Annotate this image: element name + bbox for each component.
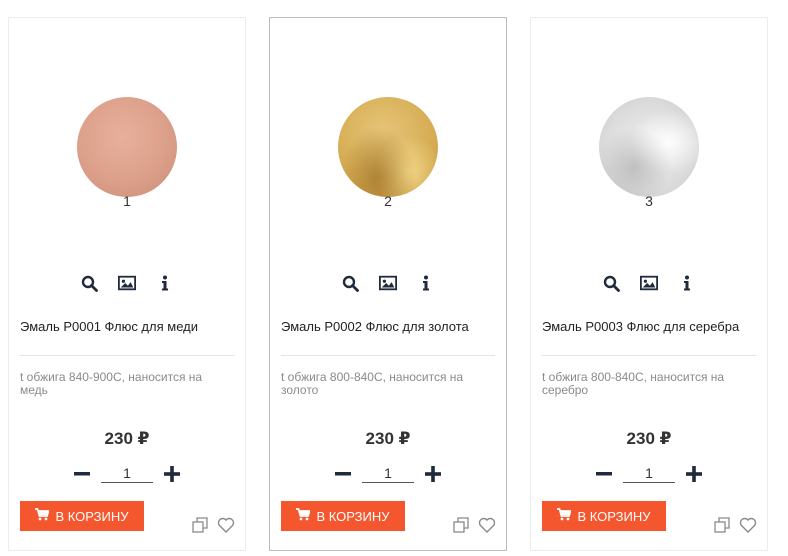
product-description: t обжига 800-840С, наносится на золото [281,370,464,397]
search-icon[interactable] [602,274,620,292]
add-to-cart-button[interactable]: В КОРЗИНУ [20,501,144,531]
image-icon[interactable] [640,274,658,292]
quantity-stepper [531,464,767,483]
quantity-stepper [9,464,245,483]
add-to-cart-label: В КОРЗИНУ [55,508,129,524]
minus-icon[interactable] [73,465,91,483]
add-to-cart-button[interactable]: В КОРЗИНУ [542,501,666,531]
add-to-cart-label: В КОРЗИНУ [316,508,390,524]
product-description: t обжига 800-840С, наносится на серебро [542,370,725,397]
product-card: 1 Эмаль P0001 Флюс для меди t обжига 840… [8,17,246,551]
heart-icon[interactable] [739,516,757,534]
product-title[interactable]: Эмаль P0003 Флюс для серебра [542,319,759,334]
product-card: 3 Эмаль P0003 Флюс для серебра t обжига … [530,17,768,551]
quantity-input[interactable] [101,464,153,483]
divider [281,355,495,356]
heart-icon[interactable] [478,516,496,534]
add-to-cart-button[interactable]: В КОРЗИНУ [281,501,405,531]
heart-icon[interactable] [217,516,235,534]
product-image[interactable] [9,97,245,207]
search-icon[interactable] [80,274,98,292]
product-swatch-copper [77,97,177,197]
quantity-input[interactable] [362,464,414,483]
minus-icon[interactable] [334,465,352,483]
cart-icon [557,508,573,524]
plus-icon[interactable] [424,465,442,483]
add-to-cart-label: В КОРЗИНУ [577,508,651,524]
product-image-number: 3 [645,193,653,209]
product-image[interactable] [270,97,506,207]
product-image-number: 1 [123,193,131,209]
quantity-stepper [270,464,506,483]
product-price: 230 ₽ [626,429,672,448]
compare-icon[interactable] [713,516,731,534]
product-price: 230 ₽ [104,429,150,448]
product-description: t обжига 840-900С, наносится на медь [20,370,203,397]
cart-icon [35,508,51,524]
info-icon[interactable] [156,274,174,292]
info-icon[interactable] [417,274,435,292]
product-image-number: 2 [384,193,392,209]
product-price: 230 ₽ [365,429,411,448]
product-title[interactable]: Эмаль P0002 Флюс для золота [281,319,498,334]
product-title[interactable]: Эмаль P0001 Флюс для меди [20,319,237,334]
image-icon[interactable] [118,274,136,292]
product-image[interactable] [531,97,767,207]
plus-icon[interactable] [685,465,703,483]
cart-icon [296,508,312,524]
quantity-input[interactable] [623,464,675,483]
image-icon[interactable] [379,274,397,292]
compare-icon[interactable] [452,516,470,534]
compare-icon[interactable] [191,516,209,534]
divider [20,355,234,356]
product-swatch-silver [599,97,699,197]
product-card: 2 Эмаль P0002 Флюс для золота t обжига 8… [269,17,507,551]
product-swatch-gold [338,97,438,197]
info-icon[interactable] [678,274,696,292]
search-icon[interactable] [341,274,359,292]
divider [542,355,756,356]
plus-icon[interactable] [163,465,181,483]
minus-icon[interactable] [595,465,613,483]
